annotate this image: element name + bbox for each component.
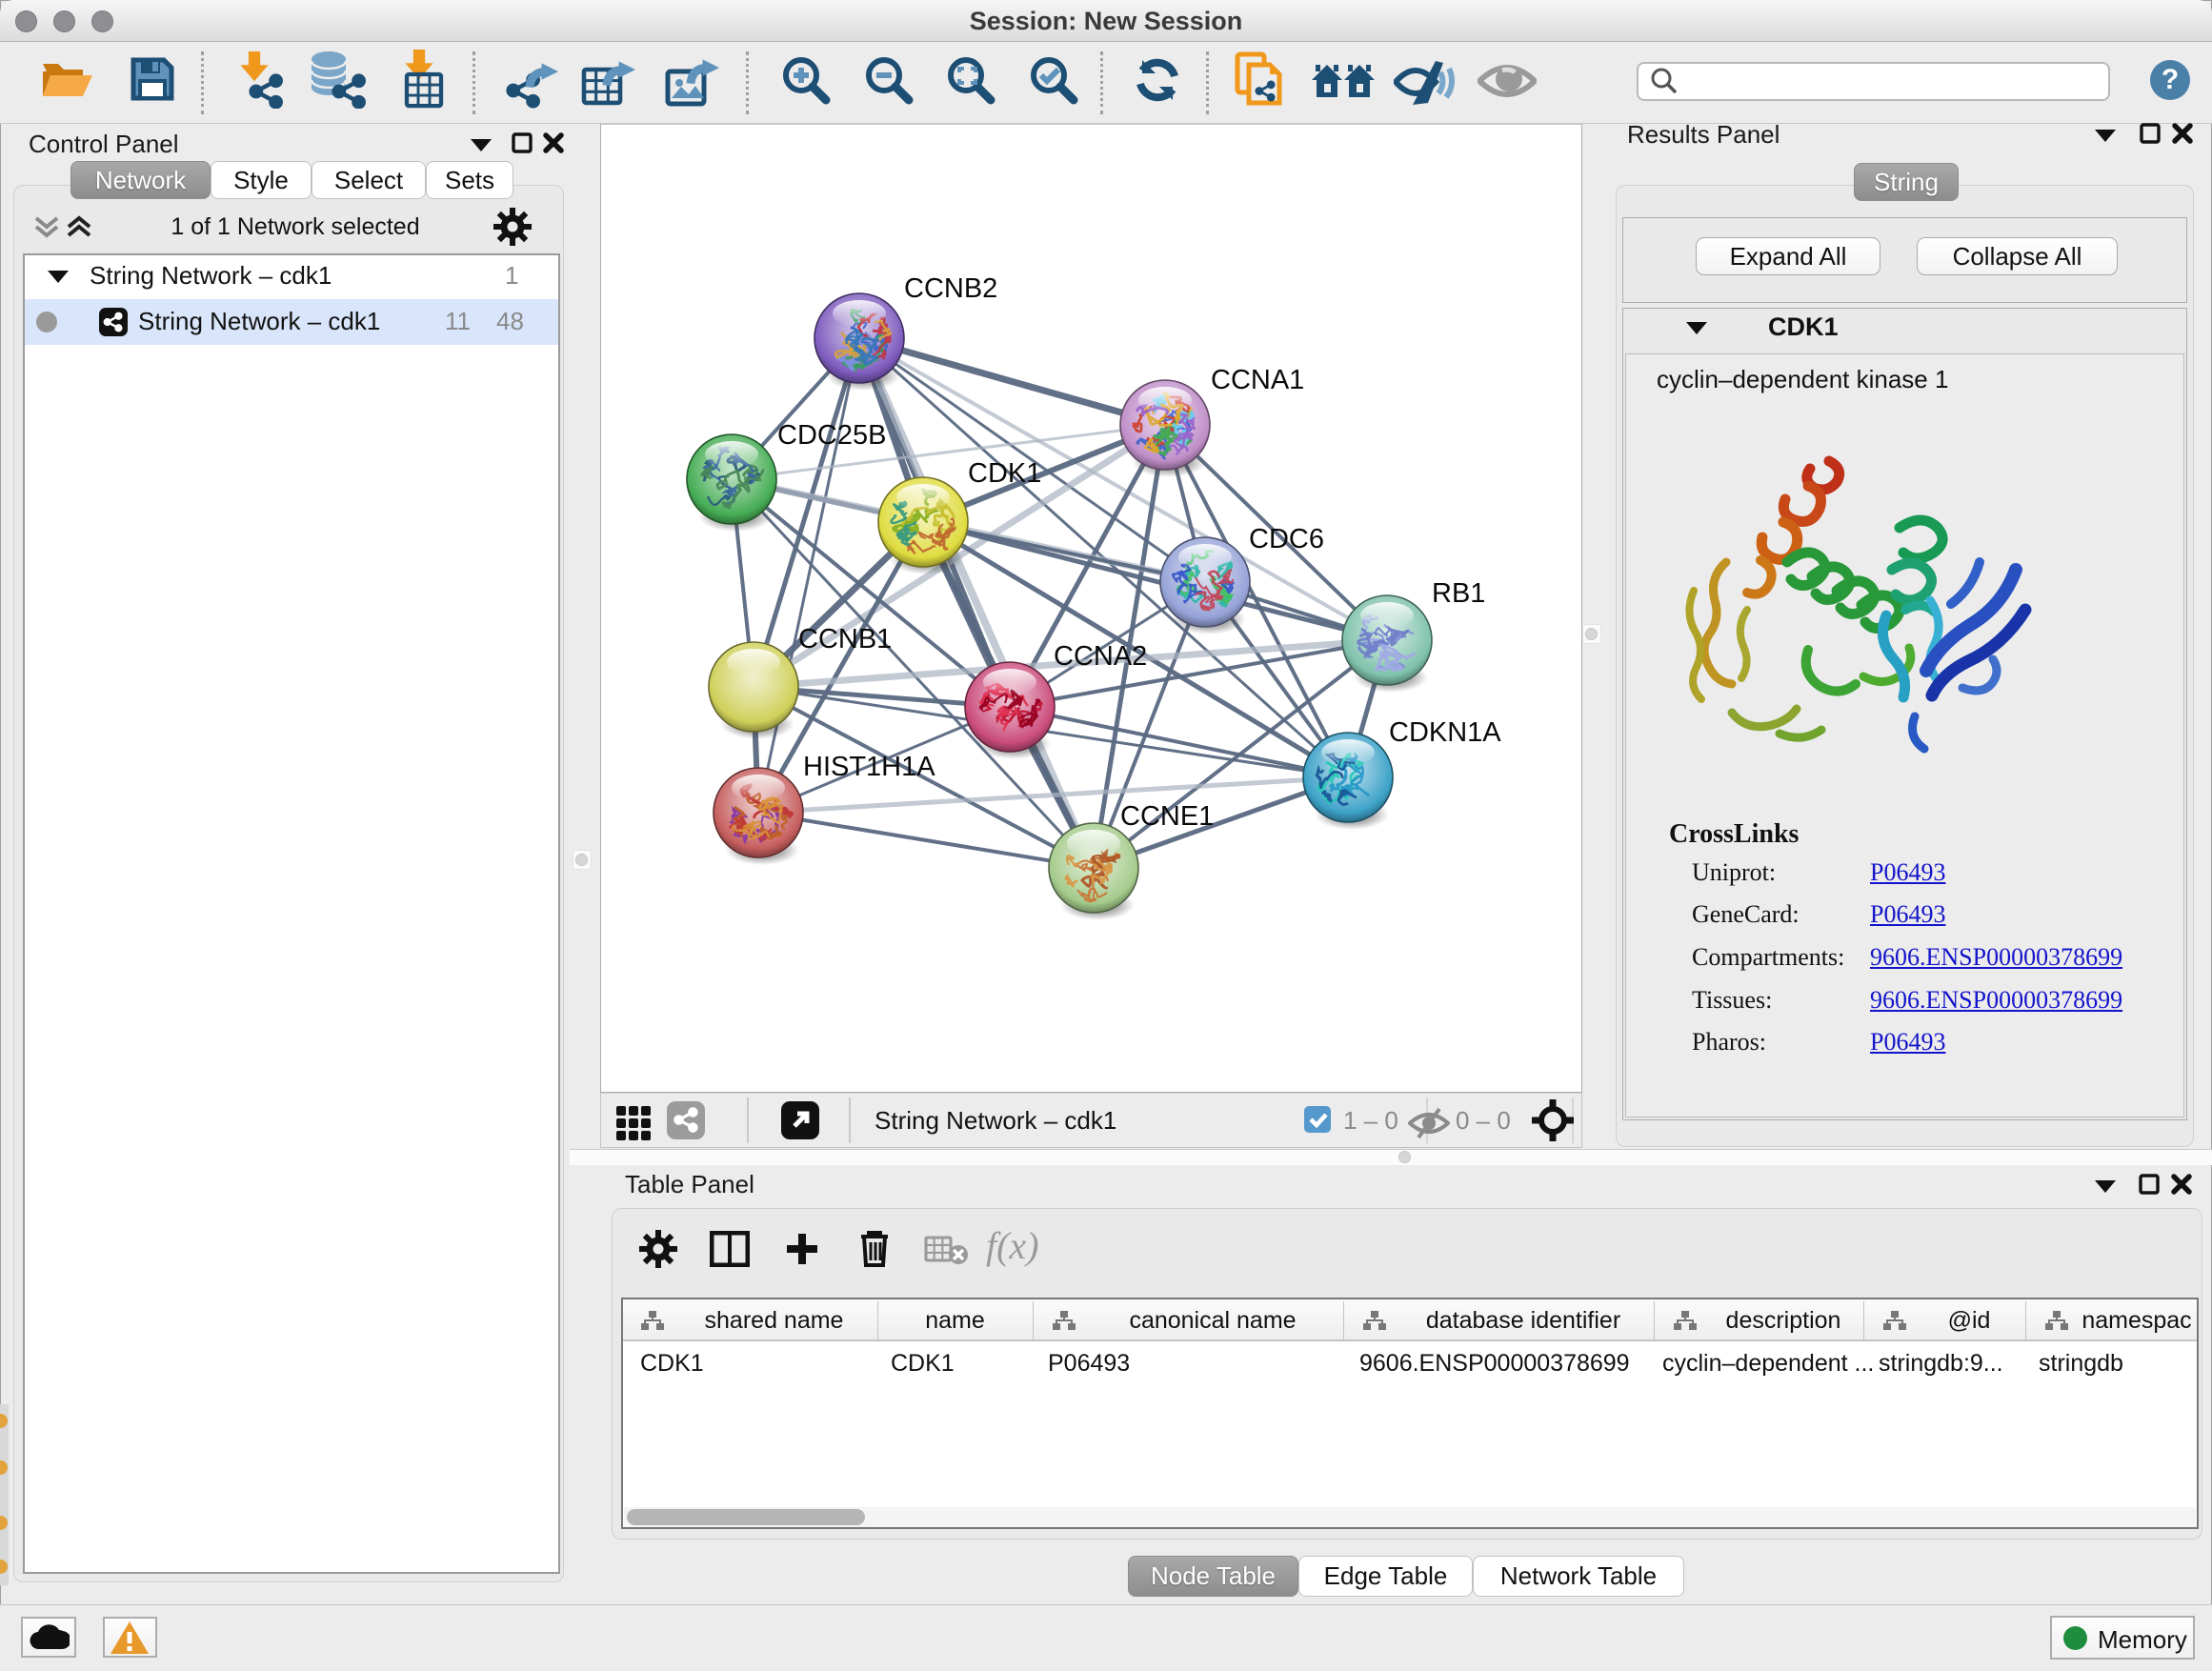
svg-text:?: ? [2162, 64, 2179, 95]
svg-text:CCNB2: CCNB2 [904, 273, 997, 304]
svg-text:CDK1: CDK1 [968, 458, 1041, 489]
svg-text:CCNA1: CCNA1 [1211, 365, 1304, 395]
svg-text:CDC25B: CDC25B [777, 420, 886, 451]
svg-text:CCNE1: CCNE1 [1120, 801, 1214, 832]
svg-text:HIST1H1A: HIST1H1A [803, 752, 935, 782]
svg-text:RB1: RB1 [1432, 578, 1485, 609]
svg-text:CCNB1: CCNB1 [798, 624, 892, 654]
svg-text:CDC6: CDC6 [1249, 524, 1324, 554]
svg-text:CCNA2: CCNA2 [1054, 641, 1147, 672]
svg-text:CDKN1A: CDKN1A [1389, 717, 1501, 748]
